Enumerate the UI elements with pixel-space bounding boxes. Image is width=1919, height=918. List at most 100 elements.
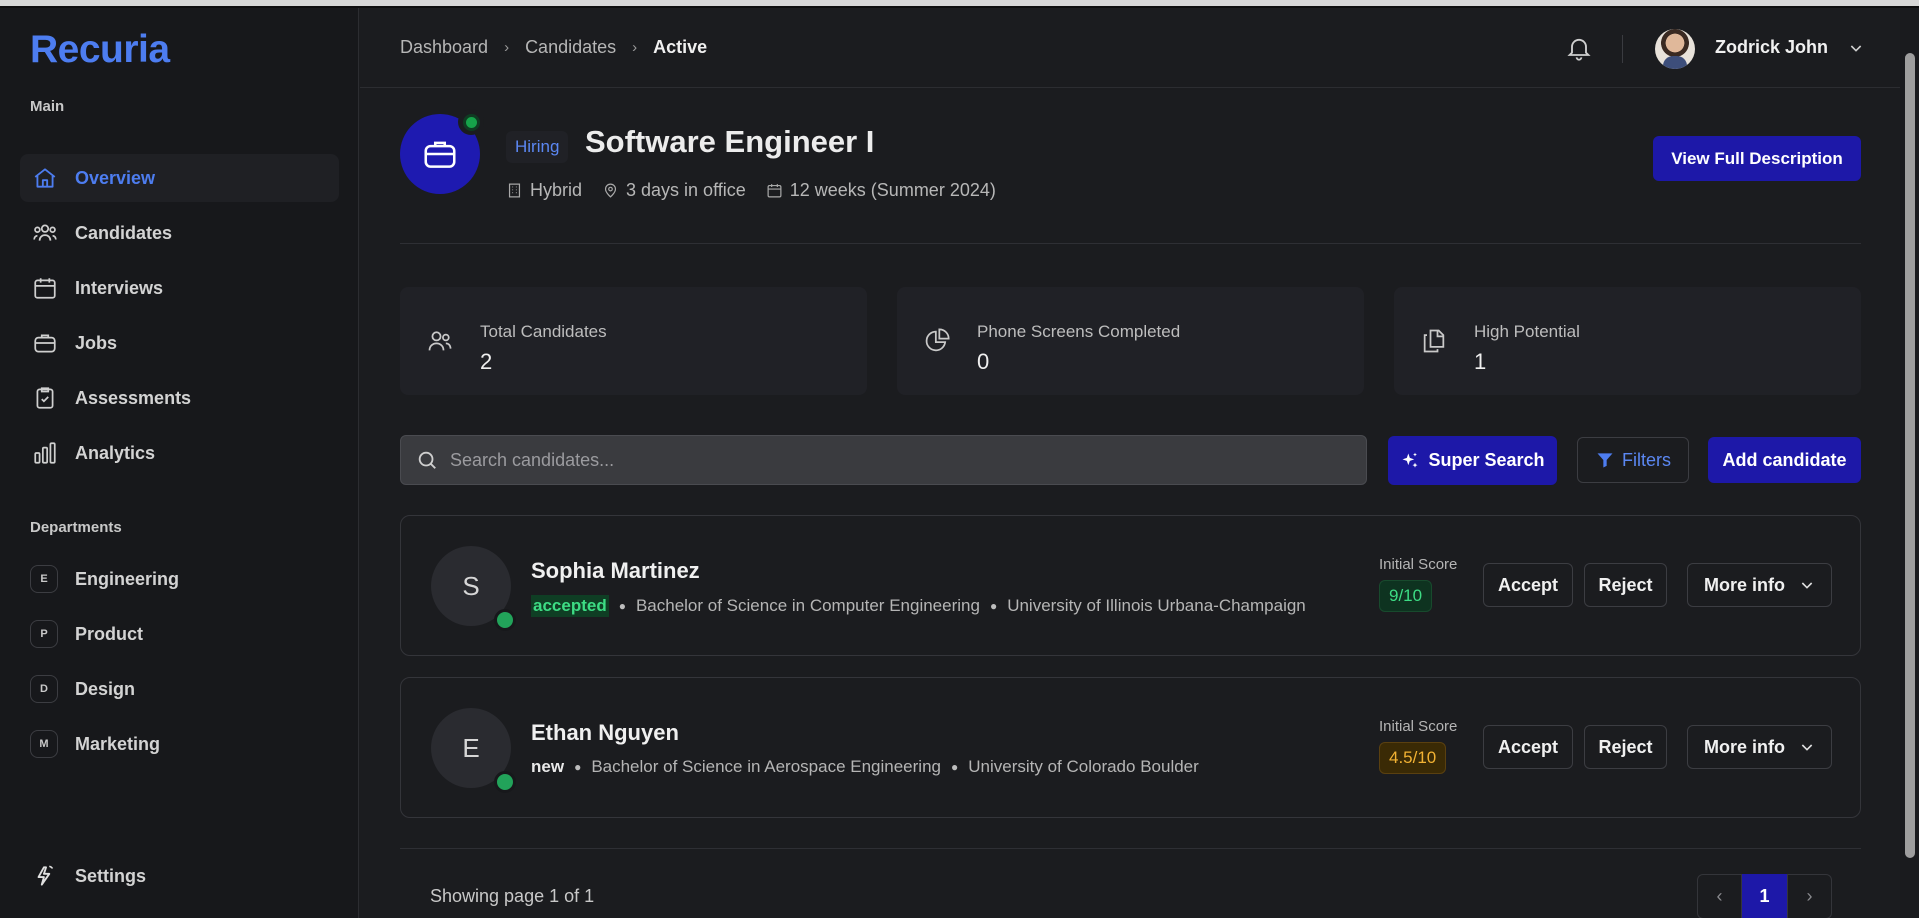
view-full-description-button[interactable]: View Full Description xyxy=(1653,136,1861,181)
users-icon xyxy=(30,218,60,248)
stat-value: 0 xyxy=(977,349,990,374)
sidebar-item-label: Jobs xyxy=(75,332,118,353)
stat-label: High Potential xyxy=(1474,322,1580,341)
top-header: Dashboard › Candidates › Active Zodrick … xyxy=(360,8,1900,88)
lightning-loader-icon xyxy=(30,861,60,891)
candidate-card[interactable]: E Ethan Nguyen new ● Bachelor of Science… xyxy=(400,677,1861,818)
next-page-button[interactable]: › xyxy=(1787,874,1832,918)
dept-letter-badge: E xyxy=(30,565,58,593)
sidebar-dept-marketing[interactable]: M Marketing xyxy=(20,720,339,768)
hiring-status-badge: Hiring xyxy=(506,131,569,163)
candidate-degree: Bachelor of Science in Aerospace Enginee… xyxy=(591,757,941,776)
sidebar-item-label: Analytics xyxy=(75,442,156,463)
sidebar-item-assessments[interactable]: Assessments xyxy=(20,374,339,422)
stat-card-phone-screens: Phone Screens Completed 0 xyxy=(897,287,1364,395)
reject-button[interactable]: Reject xyxy=(1584,725,1667,769)
breadcrumb: Dashboard › Candidates › Active xyxy=(400,37,707,58)
candidate-school: University of Illinois Urbana-Champaign xyxy=(1007,596,1306,615)
search-input[interactable] xyxy=(450,449,1350,471)
users-icon xyxy=(426,327,454,355)
sidebar-dept-product[interactable]: P Product xyxy=(20,610,339,658)
office-days: 3 days in office xyxy=(602,180,746,201)
candidate-name[interactable]: Sophia Martinez xyxy=(531,558,700,584)
super-search-button[interactable]: Super Search xyxy=(1388,436,1557,485)
accept-button[interactable]: Accept xyxy=(1483,563,1573,607)
stat-card-high-potential: High Potential 1 xyxy=(1394,287,1861,395)
sidebar-item-label: Interviews xyxy=(75,277,164,298)
departments-section-label: Departments xyxy=(30,519,122,536)
sidebar: Recuria Main Overview Candidates Intervi… xyxy=(0,8,359,918)
candidate-degree: Bachelor of Science in Computer Engineer… xyxy=(635,596,980,615)
status-badge: accepted xyxy=(531,595,609,617)
status-badge: new xyxy=(531,757,565,776)
filter-icon xyxy=(1597,453,1613,468)
more-info-label: More info xyxy=(1704,736,1785,757)
clipboard-check-icon xyxy=(30,383,60,413)
sidebar-item-label: Assessments xyxy=(75,387,192,408)
sidebar-item-label: Candidates xyxy=(75,222,173,243)
breadcrumb-current: Active xyxy=(653,37,708,57)
candidate-meta: new ● Bachelor of Science in Aerospace E… xyxy=(531,757,1199,776)
briefcase-icon xyxy=(424,141,456,168)
sidebar-item-overview[interactable]: Overview xyxy=(20,154,339,202)
divider xyxy=(400,243,1861,244)
score-label: Initial Score xyxy=(1379,718,1458,735)
accept-button[interactable]: Accept xyxy=(1483,725,1573,769)
avatar[interactable] xyxy=(1655,29,1695,69)
online-status-dot xyxy=(458,109,484,135)
sidebar-item-label: Marketing xyxy=(75,733,161,754)
candidate-status-dot xyxy=(494,771,516,793)
chevron-down-icon[interactable] xyxy=(1848,40,1864,56)
calendar-icon xyxy=(767,184,782,198)
filters-label: Filters xyxy=(1622,449,1671,470)
chevron-down-icon xyxy=(1801,582,1813,589)
search-icon xyxy=(418,451,436,469)
stat-value: 1 xyxy=(1474,349,1487,374)
job-duration: 12 weeks (Summer 2024) xyxy=(766,180,996,201)
home-icon xyxy=(30,163,60,193)
filters-button[interactable]: Filters xyxy=(1577,437,1689,483)
stat-label: Phone Screens Completed xyxy=(977,322,1181,341)
prev-page-button[interactable]: ‹ xyxy=(1697,874,1742,918)
sparkles-icon xyxy=(1402,452,1418,468)
map-pin-icon xyxy=(604,183,617,198)
candidate-name[interactable]: Ethan Nguyen xyxy=(531,720,679,746)
sidebar-item-settings[interactable]: Settings xyxy=(20,852,339,900)
scrollbar[interactable] xyxy=(1900,8,1919,918)
more-info-button[interactable]: More info xyxy=(1687,563,1832,607)
breadcrumb-dashboard[interactable]: Dashboard xyxy=(400,37,488,58)
score-badge: 9/10 xyxy=(1379,580,1433,612)
window-top-edge xyxy=(0,0,1919,8)
sidebar-item-jobs[interactable]: Jobs xyxy=(20,319,339,367)
user-name[interactable]: Zodrick John xyxy=(1715,37,1828,58)
pagination-text: Showing page 1 of 1 xyxy=(430,886,595,906)
pagination-footer: Showing page 1 of 1 ‹ 1 › xyxy=(400,848,1861,918)
main-content: Dashboard › Candidates › Active Zodrick … xyxy=(360,8,1900,918)
header-divider xyxy=(1622,35,1623,63)
sidebar-item-interviews[interactable]: Interviews xyxy=(20,264,339,312)
more-info-button[interactable]: More info xyxy=(1687,725,1832,769)
reject-button[interactable]: Reject xyxy=(1584,563,1667,607)
dept-letter-badge: D xyxy=(30,675,58,703)
candidate-card[interactable]: S Sophia Martinez accepted ● Bachelor of… xyxy=(400,515,1861,656)
chevron-right-icon: › xyxy=(504,39,510,56)
bell-icon[interactable] xyxy=(1565,34,1593,62)
breadcrumb-candidates[interactable]: Candidates xyxy=(525,37,616,58)
sidebar-dept-engineering[interactable]: E Engineering xyxy=(20,555,339,603)
app-logo[interactable]: Recuria xyxy=(30,28,170,72)
scrollbar-thumb[interactable] xyxy=(1905,53,1915,858)
bar-chart-icon xyxy=(30,438,60,468)
page-1-button[interactable]: 1 xyxy=(1742,874,1787,918)
score-badge: 4.5/10 xyxy=(1379,742,1447,774)
sidebar-item-label: Overview xyxy=(75,167,156,188)
sidebar-item-analytics[interactable]: Analytics xyxy=(20,429,339,477)
add-candidate-button[interactable]: Add candidate xyxy=(1708,437,1861,483)
job-meta: Hybrid 3 days in office 12 weeks (Summer… xyxy=(506,180,1016,201)
sidebar-item-label: Product xyxy=(75,623,144,644)
sidebar-item-candidates[interactable]: Candidates xyxy=(20,209,339,257)
sidebar-item-label: Design xyxy=(75,678,136,699)
calendar-icon xyxy=(30,273,60,303)
sidebar-dept-design[interactable]: D Design xyxy=(20,665,339,713)
more-info-label: More info xyxy=(1704,574,1785,595)
briefcase-icon xyxy=(30,328,60,358)
